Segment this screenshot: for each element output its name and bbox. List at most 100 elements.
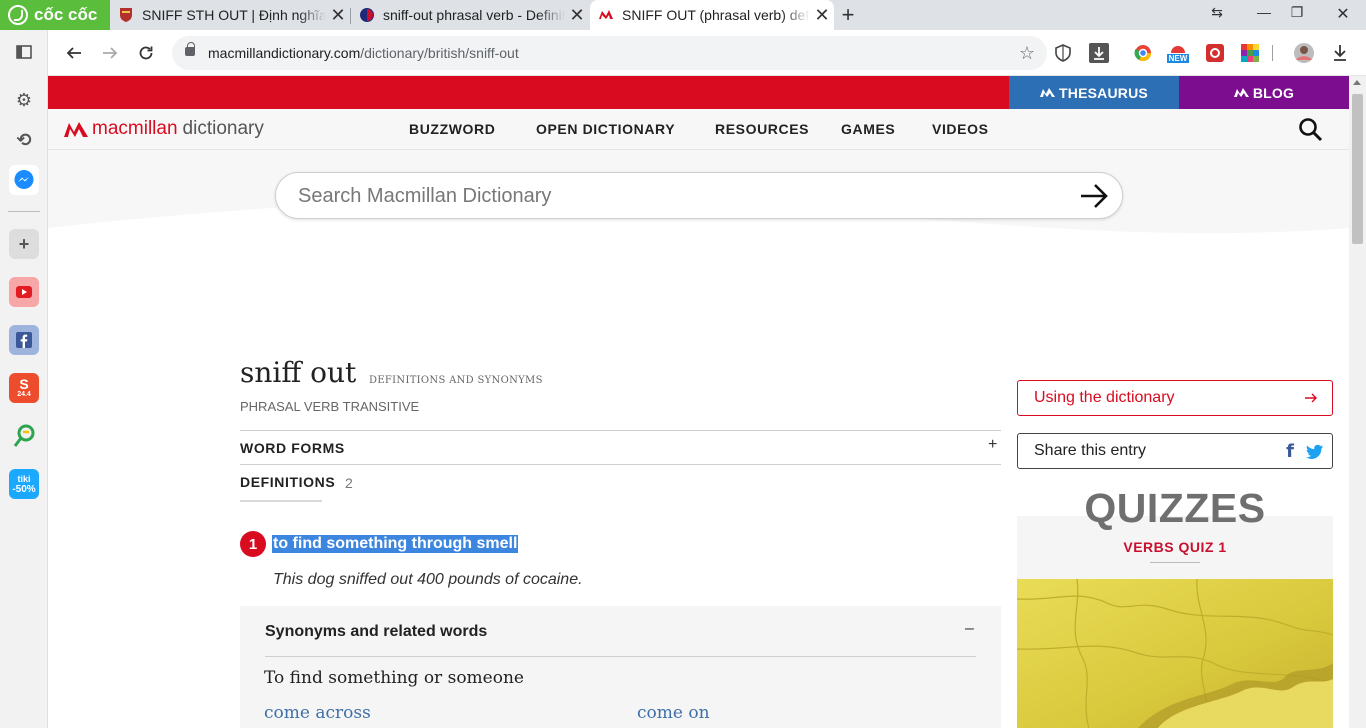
new-badge-extension-icon[interactable]: NEW xyxy=(1164,39,1192,67)
site-navigation: macmillan dictionary BUZZWORD OPEN DICTIO… xyxy=(48,109,1349,150)
using-the-dictionary-button[interactable]: Using the dictionary xyxy=(1017,380,1333,416)
nav-buzzword[interactable]: BUZZWORD xyxy=(409,121,495,137)
definitions-underline xyxy=(240,500,322,502)
tab-oxford[interactable]: sniff-out phrasal verb - Definition ✕ xyxy=(351,0,589,30)
close-window-icon[interactable]: ✕ xyxy=(1328,4,1358,24)
address-bar[interactable]: macmillandictionary.com/dictionary/briti… xyxy=(172,36,1047,70)
web-page: THESAURUS BLOG macmillan dictionary BUZZW… xyxy=(48,76,1349,728)
tiki-discount: -50% xyxy=(12,483,36,495)
tab-search-icon[interactable]: ⇆ xyxy=(1202,4,1232,21)
collapse-minus-icon[interactable]: – xyxy=(965,620,974,638)
reload-icon[interactable] xyxy=(132,39,160,67)
using-label: Using the dictionary xyxy=(1034,389,1175,406)
nav-games[interactable]: GAMES xyxy=(841,121,895,137)
example-sentence: This dog sniffed out 400 pounds of cocai… xyxy=(273,571,583,588)
chrome-extension-icon[interactable] xyxy=(1129,39,1157,67)
sidebar-toggle-icon[interactable] xyxy=(9,37,39,67)
quizzes-panel: VERBS QUIZ 1 xyxy=(1017,516,1333,728)
definition-text-selected: to find something through smell xyxy=(272,535,519,553)
share-entry-box: Share this entry f xyxy=(1017,433,1333,469)
definitions-count: 2 xyxy=(345,475,353,491)
coccoc-brand-button[interactable]: cốc cốc xyxy=(0,0,110,30)
tab-cambridge[interactable]: SNIFF STH OUT | Định nghĩa trong Từ điển… xyxy=(110,0,350,30)
synonym-link[interactable]: come across xyxy=(264,703,371,723)
new-badge: NEW xyxy=(1166,53,1190,63)
url-host: macmillandictionary.com xyxy=(208,45,361,61)
bookmark-star-icon[interactable]: ☆ xyxy=(1013,39,1041,67)
browser-tab-bar: cốc cốc SNIFF STH OUT | Định nghĩa trong… xyxy=(0,0,1366,30)
history-icon[interactable]: ⟲ xyxy=(9,125,39,155)
quiz-name-link[interactable]: VERBS QUIZ 1 xyxy=(1017,539,1333,555)
close-tab-icon[interactable]: ✕ xyxy=(565,5,589,26)
blog-label: BLOG xyxy=(1252,84,1295,101)
shopee-badge: 24.4 xyxy=(17,391,31,398)
share-label: Share this entry xyxy=(1034,442,1147,459)
facebook-icon[interactable] xyxy=(9,325,39,355)
profile-avatar[interactable] xyxy=(1290,39,1318,67)
macmillan-logo[interactable]: macmillan dictionary xyxy=(64,118,264,140)
minimize-window-icon[interactable]: — xyxy=(1249,4,1279,20)
nav-open-dictionary[interactable]: OPEN DICTIONARY xyxy=(536,121,675,137)
settings-gear-icon[interactable]: ⚙ xyxy=(9,85,39,115)
divider xyxy=(240,430,1001,431)
forward-arrow-icon[interactable] xyxy=(96,39,124,67)
messenger-icon[interactable] xyxy=(9,165,39,195)
facebook-share-icon[interactable]: f xyxy=(1286,441,1294,462)
macmillan-favicon-icon xyxy=(599,10,613,19)
shield-icon[interactable] xyxy=(1049,39,1077,67)
logo-suffix: dictionary xyxy=(182,118,264,139)
coccoc-logo-icon xyxy=(8,5,28,25)
synonyms-title[interactable]: Synonyms and related words xyxy=(265,623,487,641)
twitter-share-icon[interactable] xyxy=(1306,444,1324,460)
tiki-icon[interactable]: tiki -50% xyxy=(9,469,39,499)
puzzle-image[interactable] xyxy=(1017,579,1333,728)
logo-brand: macmillan xyxy=(92,118,178,139)
download-arrow-icon[interactable] xyxy=(1326,39,1354,67)
scrollbar-thumb[interactable] xyxy=(1352,94,1363,244)
macmillan-logo-icon xyxy=(64,121,88,137)
green-leaf-icon[interactable] xyxy=(9,421,39,451)
tab-title: SNIFF STH OUT | Định nghĩa trong Từ điển… xyxy=(142,7,326,23)
restore-window-icon[interactable]: ❐ xyxy=(1282,4,1312,21)
nav-resources[interactable]: RESOURCES xyxy=(715,121,809,137)
nav-videos[interactable]: VIDEOS xyxy=(932,121,989,137)
divider xyxy=(240,464,1001,465)
close-tab-icon[interactable]: ✕ xyxy=(326,5,350,26)
dictionary-search-input[interactable] xyxy=(298,183,1058,209)
youtube-icon[interactable] xyxy=(9,277,39,307)
tab-title: sniff-out phrasal verb - Definition xyxy=(383,7,565,23)
scroll-up-arrow-icon[interactable] xyxy=(1353,80,1361,85)
part-of-speech: PHRASAL VERB TRANSITIVE xyxy=(240,399,419,414)
search-submit-arrow-icon[interactable] xyxy=(1078,181,1110,211)
word-forms-toggle[interactable]: WORD FORMS xyxy=(240,440,345,456)
sidebar-divider xyxy=(8,211,40,212)
grammar-label: TRANSITIVE xyxy=(342,399,420,414)
synonym-link[interactable]: come on xyxy=(637,703,710,723)
oxford-learners-icon xyxy=(360,8,374,22)
add-shortcut-icon[interactable]: + xyxy=(9,229,39,259)
expand-plus-icon[interactable]: + xyxy=(988,436,997,454)
headword: sniff out xyxy=(240,356,357,389)
close-tab-icon[interactable]: ✕ xyxy=(810,5,834,26)
search-icon[interactable] xyxy=(1298,117,1324,143)
thesaurus-link[interactable]: THESAURUS xyxy=(1009,76,1179,109)
pos-label: PHRASAL VERB xyxy=(240,399,340,414)
sense-number-badge: 1 xyxy=(240,531,266,557)
synonyms-panel: Synonyms and related words – To find som… xyxy=(240,606,1001,728)
red-extension-icon[interactable] xyxy=(1201,39,1229,67)
shopee-bag-icon: S xyxy=(19,376,29,392)
download-manager-icon[interactable] xyxy=(1085,39,1113,67)
page-scrollbar[interactable] xyxy=(1349,76,1366,728)
dictionary-search-box xyxy=(275,172,1123,219)
color-grid-extension-icon[interactable] xyxy=(1236,39,1264,67)
new-tab-plus-icon[interactable]: + xyxy=(836,2,860,28)
toolbar-separator xyxy=(1272,45,1273,61)
quiz-underline xyxy=(1150,562,1200,563)
blog-link[interactable]: BLOG xyxy=(1179,76,1349,109)
shopee-icon[interactable]: S 24.4 xyxy=(9,373,39,403)
brand-label: cốc cốc xyxy=(34,5,98,24)
synonym-sense-heading: To find something or someone xyxy=(264,668,524,688)
url-path: /dictionary/british/sniff-out xyxy=(360,45,519,61)
back-arrow-icon[interactable] xyxy=(60,39,88,67)
tab-macmillan-active[interactable]: SNIFF OUT (phrasal verb) definition ✕ xyxy=(590,0,834,30)
